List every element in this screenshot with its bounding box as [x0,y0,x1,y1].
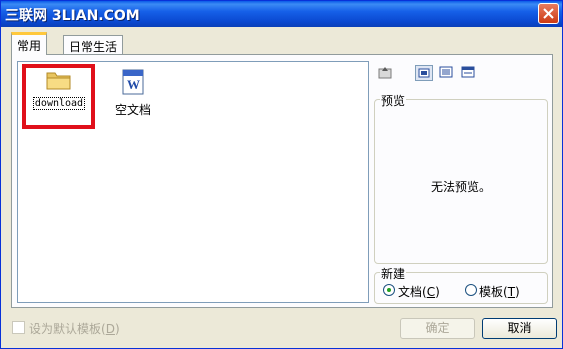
cancel-button[interactable]: 取消 [482,318,557,339]
list-item-blank-document[interactable]: W 空文档 [108,68,158,118]
set-default-template-label[interactable]: 设为默认模板(D) [29,320,120,337]
up-folder-icon [378,67,392,79]
close-icon [543,8,554,19]
tab-common-label: 常用 [17,39,42,53]
list-icon [439,66,453,78]
window-title: 三联网 3LIAN.COM [5,8,140,24]
template-radio-label[interactable]: 模板(T) [479,283,520,300]
large-icons-button[interactable] [415,65,433,81]
list-view-button[interactable] [438,65,456,81]
set-default-template-checkbox[interactable] [12,321,25,334]
details-view-button[interactable] [460,65,478,81]
preview-group: 预览 无法预览。 [374,92,548,264]
details-icon [461,66,475,78]
new-group-label: 新建 [380,265,407,282]
title-bar[interactable]: 三联网 3LIAN.COM [1,1,562,27]
new-document-dialog: 三联网 3LIAN.COM 常用 日常生活 download W 空文档 预览 … [0,0,563,349]
document-radio[interactable] [383,284,395,296]
radio-selected-dot [387,288,391,292]
large-icons-icon [418,68,430,78]
file-name: 空文档 [114,103,151,117]
ok-button[interactable]: 确定 [400,318,475,339]
template-radio[interactable] [465,284,477,296]
document-radio-label[interactable]: 文档(C) [398,283,440,300]
preview-message: 无法预览。 [430,180,491,194]
selection-highlight-box [22,64,95,129]
tab-common[interactable]: 常用 [11,32,48,55]
up-level-button[interactable] [378,65,396,81]
tab-daily-life-label: 日常生活 [69,40,118,54]
svg-text:W: W [127,77,140,92]
close-button[interactable] [538,3,559,24]
tab-daily-life[interactable]: 日常生活 [63,35,124,54]
word-document-icon: W [122,69,144,95]
preview-group-label: 预览 [380,92,407,109]
